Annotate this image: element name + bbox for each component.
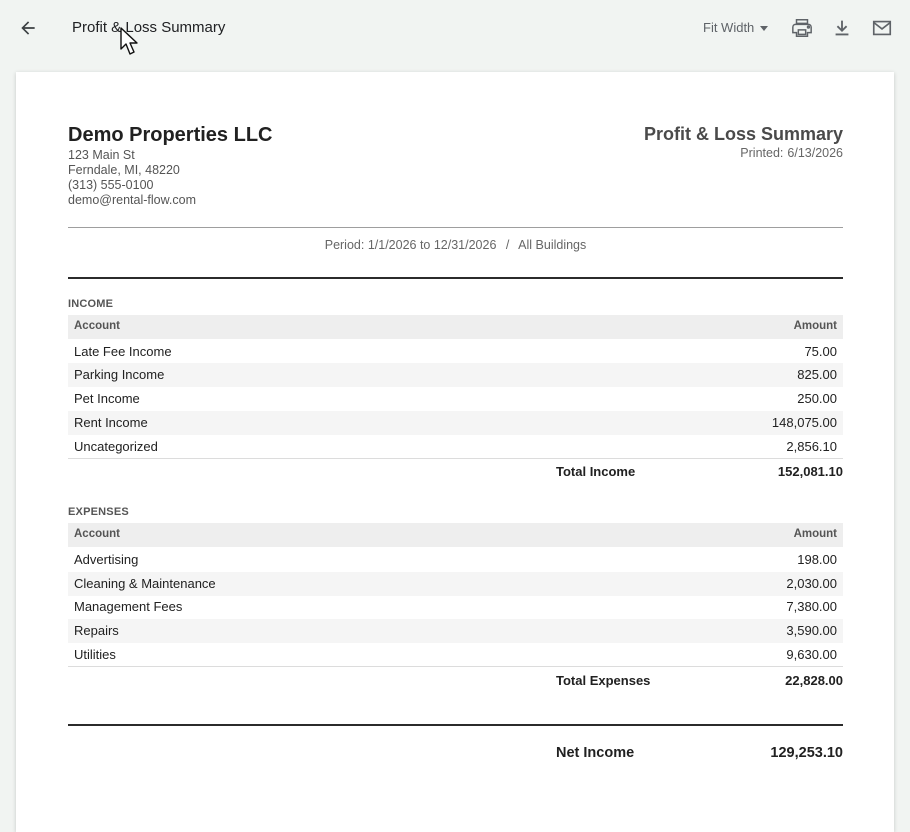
period-divider: [68, 277, 843, 279]
expense-row-amount: 7,380.00: [786, 599, 837, 614]
income-row-account: Late Fee Income: [74, 344, 172, 359]
download-icon: [835, 20, 849, 36]
income-row-amount: 148,075.00: [771, 415, 837, 430]
expense-row-amount: 198.00: [797, 552, 837, 567]
net-income-value: 129,253.10: [770, 745, 843, 761]
app-toolbar: Profit & Loss Summary Fit Width: [0, 0, 910, 56]
expense-row: Repairs 3,590.00: [68, 619, 843, 643]
expense-row-account: Utilities: [74, 647, 116, 662]
period-buildings: All Buildings: [518, 238, 587, 252]
expense-row-amount: 9,630.00: [786, 647, 837, 662]
income-row-account: Rent Income: [74, 415, 148, 430]
income-total-divider: [68, 458, 843, 459]
expense-row-amount: 2,030.00: [786, 576, 837, 591]
expense-row-account: Management Fees: [74, 599, 183, 614]
mail-icon: [872, 20, 892, 36]
income-table-header: Account Amount: [68, 315, 843, 339]
expense-row: Advertising 198.00: [68, 548, 843, 572]
expense-row-account: Advertising: [74, 552, 139, 567]
print-button[interactable]: [790, 16, 814, 40]
caret-down-icon: [760, 25, 769, 31]
printed-date: Printed: 6/13/2026: [740, 146, 843, 160]
expenses-total-value: 22,828.00: [785, 673, 843, 688]
income-row: Uncategorized 2,856.10: [68, 435, 843, 459]
income-row-account: Parking Income: [74, 367, 165, 382]
company-address-line1: 123 Main St: [68, 148, 135, 162]
download-button[interactable]: [830, 16, 854, 40]
printed-date-value: 6/13/2026: [787, 146, 843, 160]
company-address-line2: Ferndale, MI, 48220: [68, 163, 180, 177]
expense-row-account: Cleaning & Maintenance: [74, 576, 216, 591]
income-section-title: INCOME: [68, 298, 114, 310]
report-title: Profit & Loss Summary: [643, 124, 843, 144]
report-page: Demo Properties LLC 123 Main St Ferndale…: [16, 72, 894, 832]
company-email: demo@rental-flow.com: [68, 193, 197, 207]
income-total-value: 152,081.10: [777, 464, 843, 479]
net-income-divider: [68, 724, 843, 726]
expense-row: Utilities 9,630.00: [68, 643, 843, 667]
income-total-label: Total Income: [556, 464, 636, 479]
net-income-label: Net Income: [556, 745, 635, 761]
income-row-amount: 825.00: [797, 367, 837, 382]
expense-row-account: Repairs: [74, 623, 119, 638]
back-button[interactable]: [14, 14, 42, 42]
income-row: Pet Income 250.00: [68, 387, 843, 411]
income-row-account: Pet Income: [74, 391, 140, 406]
income-row: Late Fee Income 75.00: [68, 340, 843, 364]
back-arrow-icon: [21, 21, 35, 35]
printer-icon: [792, 19, 812, 37]
expense-row: Management Fees 7,380.00: [68, 595, 843, 619]
company-name: Demo Properties LLC: [68, 124, 273, 146]
printed-label: Printed:: [740, 146, 784, 160]
income-row: Rent Income 148,075.00: [68, 411, 843, 435]
income-col-amount: Amount: [793, 320, 837, 332]
company-phone: (313) 555-0100: [68, 178, 154, 192]
income-row: Parking Income 825.00: [68, 363, 843, 387]
header-divider: [68, 227, 843, 228]
expense-row-amount: 3,590.00: [786, 623, 837, 638]
expense-row: Cleaning & Maintenance 2,030.00: [68, 572, 843, 596]
report-period: Period: 1/1/2026 to 12/31/2026 / All Bui…: [68, 238, 843, 252]
expenses-total-divider: [68, 666, 843, 667]
income-col-account: Account: [74, 320, 120, 332]
period-range: Period: 1/1/2026 to 12/31/2026: [324, 238, 497, 252]
zoom-select[interactable]: Fit Width: [703, 20, 769, 35]
expenses-total-label: Total Expenses: [556, 673, 651, 688]
expenses-col-amount: Amount: [793, 528, 837, 540]
income-row-amount: 75.00: [804, 344, 837, 359]
period-separator: /: [505, 238, 510, 252]
toolbar-title: Profit & Loss Summary: [72, 19, 226, 36]
income-row-amount: 250.00: [797, 391, 837, 406]
expenses-section-title: EXPENSES: [68, 506, 129, 518]
income-row-account: Uncategorized: [74, 439, 158, 454]
expenses-table-header: Account Amount: [68, 523, 843, 547]
expenses-col-account: Account: [74, 528, 120, 540]
zoom-select-value: Fit Width: [703, 20, 755, 35]
email-button[interactable]: [870, 16, 894, 40]
income-row-amount: 2,856.10: [786, 439, 837, 454]
